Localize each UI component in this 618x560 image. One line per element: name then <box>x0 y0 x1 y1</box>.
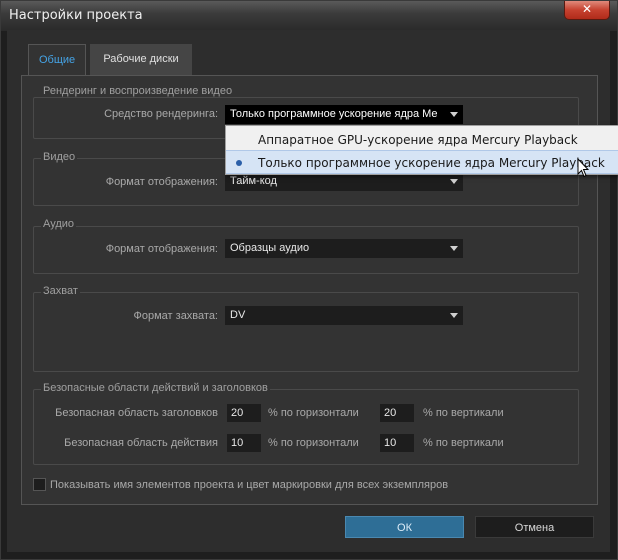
ok-button[interactable]: ОК <box>345 516 464 538</box>
renderer-option-software[interactable]: Только программное ускорение ядра Mercur… <box>226 150 618 174</box>
audio-group-title: Аудио <box>41 218 77 230</box>
rendering-group-title: Рендеринг и воспроизведение видео <box>41 85 235 97</box>
window-title: Настройки проекта <box>9 8 143 23</box>
safe-areas-group-title: Безопасные области действий и заголовков <box>41 382 270 394</box>
audio-display-format-value: Образцы аудио <box>230 242 310 254</box>
tab-general[interactable]: Общие <box>28 44 86 76</box>
renderer-select-value: Только программное ускорение ядра Me <box>230 108 438 120</box>
title-safe-vertical-input[interactable]: 20 <box>380 404 414 422</box>
safe-areas-group <box>33 389 579 465</box>
action-safe-label: Безопасная область действия <box>64 437 218 449</box>
capture-format-label: Формат захвата: <box>133 310 218 322</box>
capture-format-value: DV <box>230 309 246 321</box>
chevron-down-icon <box>450 246 458 251</box>
renderer-option-software-label: Только программное ускорение ядра Mercur… <box>258 156 605 170</box>
renderer-option-gpu[interactable]: Аппаратное GPU-ускорение ядра Mercury Pl… <box>226 128 618 171</box>
show-project-item-names-checkbox[interactable] <box>33 478 46 491</box>
renderer-select[interactable]: Только программное ускорение ядра Me <box>225 105 463 124</box>
video-group-title: Видео <box>41 151 78 163</box>
selected-bullet-icon <box>236 160 242 166</box>
close-button[interactable]: ✕ <box>564 1 610 20</box>
title-safe-horizontal-input[interactable]: 20 <box>227 404 261 422</box>
title-bar[interactable]: Настройки проекта ✕ <box>1 1 617 31</box>
tab-scratch-disks[interactable]: Рабочие диски <box>90 44 192 76</box>
chevron-down-icon <box>450 313 458 318</box>
renderer-dropdown-list: Аппаратное GPU-ускорение ядра Mercury Pl… <box>225 125 618 175</box>
video-display-format-label: Формат отображения: <box>105 176 218 188</box>
audio-display-format-select[interactable]: Образцы аудио <box>225 239 463 258</box>
tab-bar: Общие Рабочие диски <box>7 44 610 76</box>
title-safe-label: Безопасная область заголовков <box>55 407 218 419</box>
chevron-down-icon <box>450 179 458 184</box>
action-safe-horizontal-input[interactable]: 10 <box>227 434 261 452</box>
cancel-button[interactable]: Отмена <box>475 516 594 538</box>
action-safe-horizontal-suffix: % по горизонтали <box>268 437 359 449</box>
title-safe-horizontal-suffix: % по горизонтали <box>268 407 359 419</box>
capture-format-select[interactable]: DV <box>225 306 463 325</box>
action-safe-vertical-input[interactable]: 10 <box>380 434 414 452</box>
capture-group <box>33 292 579 372</box>
capture-group-title: Захват <box>41 285 80 297</box>
title-safe-vertical-suffix: % по вертикали <box>423 407 504 419</box>
chevron-down-icon <box>450 112 458 117</box>
show-project-item-names-label: Показывать имя элементов проекта и цвет … <box>50 479 449 491</box>
renderer-label: Средство рендеринга: <box>104 108 218 120</box>
audio-display-format-label: Формат отображения: <box>105 243 218 255</box>
mouse-pointer-icon <box>577 158 589 178</box>
video-display-format-value: Тайм-код <box>230 175 277 187</box>
close-icon: ✕ <box>582 2 593 16</box>
action-safe-vertical-suffix: % по вертикали <box>423 437 504 449</box>
